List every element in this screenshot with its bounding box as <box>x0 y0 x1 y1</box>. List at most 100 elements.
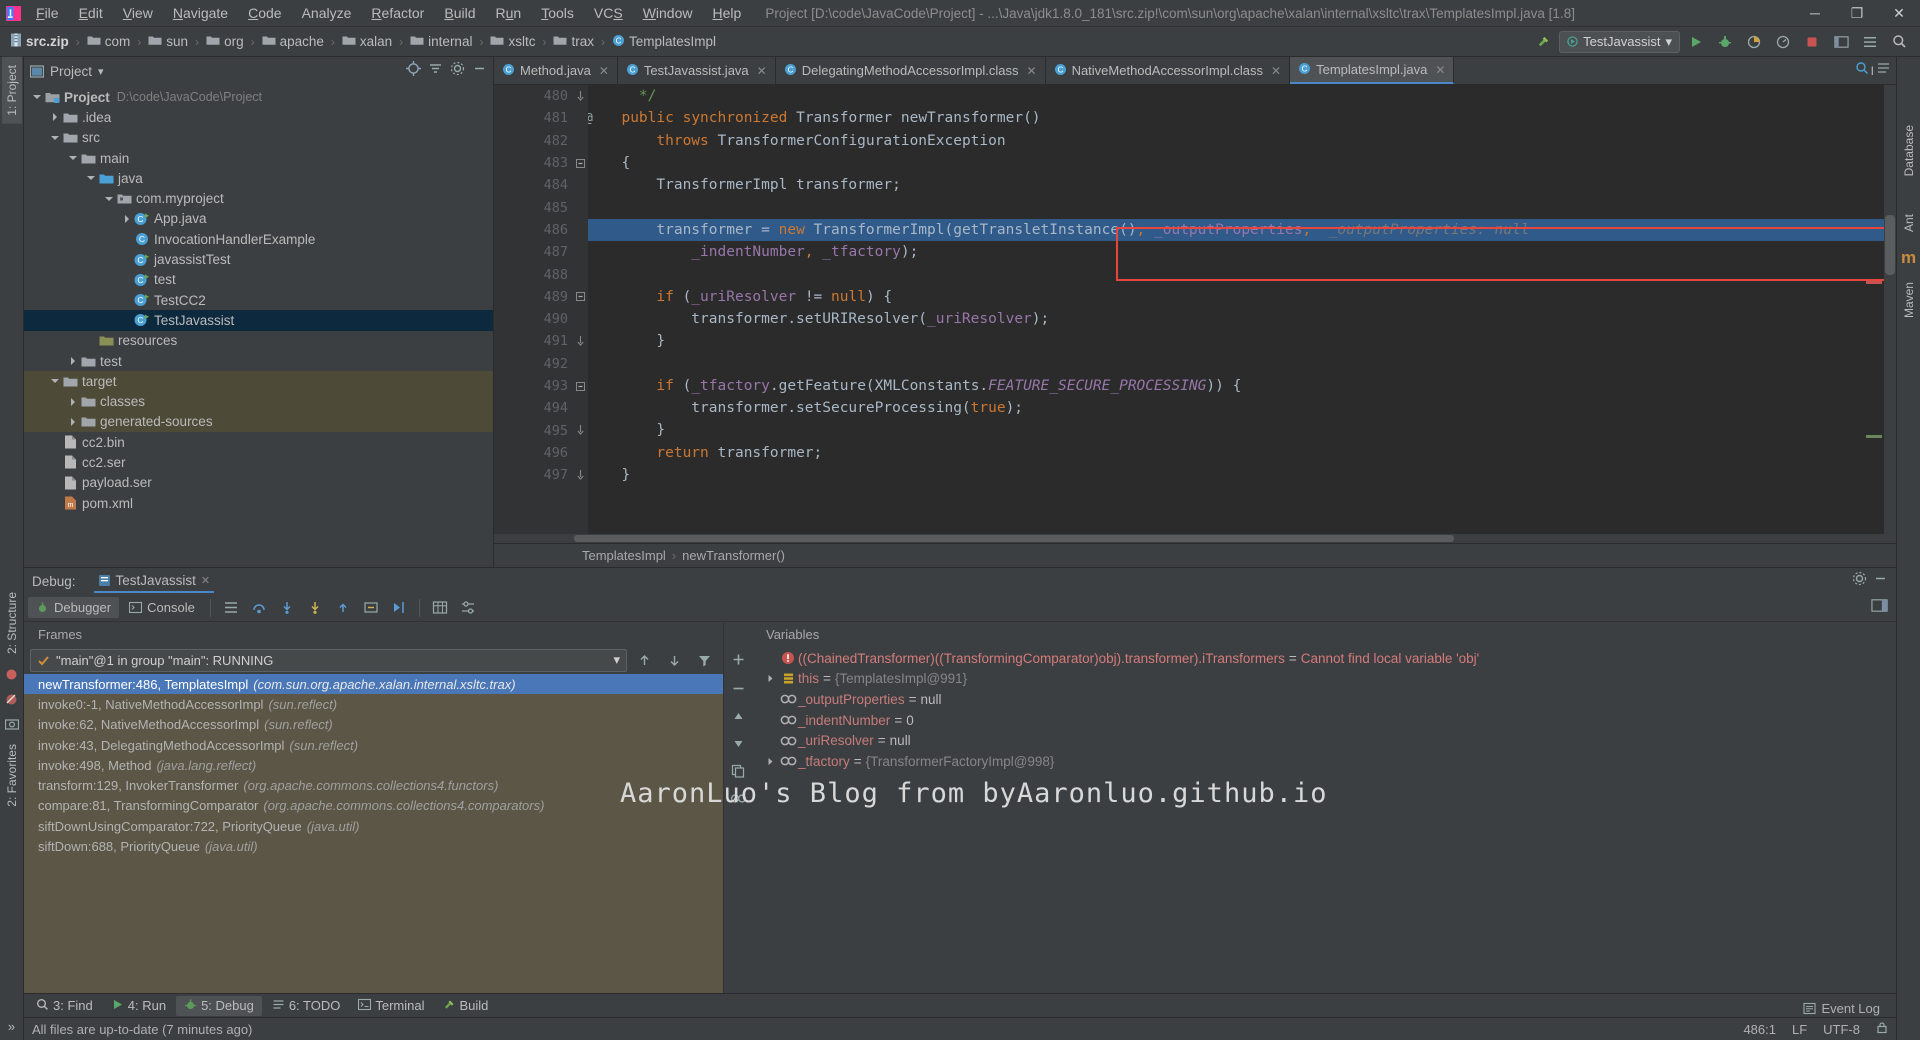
tree-node-test[interactable]: Ctest <box>24 270 493 290</box>
chevron-right-icon[interactable] <box>66 397 79 407</box>
fold-marker-489[interactable] <box>572 286 588 308</box>
code-line-485[interactable] <box>588 196 1896 218</box>
debug-button[interactable] <box>1712 30 1738 54</box>
close-icon[interactable]: ✕ <box>1435 63 1445 77</box>
breadcrumb-segment-src-zip[interactable]: src.zip <box>8 32 71 51</box>
menu-file[interactable]: File <box>26 2 69 24</box>
menu-run[interactable]: Run <box>485 2 531 24</box>
force-step-into-icon[interactable] <box>302 596 328 620</box>
tree-node-payload-ser[interactable]: payload.ser <box>24 473 493 493</box>
build-hammer-icon[interactable] <box>1530 30 1556 54</box>
line-number-488[interactable]: 488 <box>494 263 572 285</box>
line-number-492[interactable]: 492 <box>494 353 572 375</box>
variables-list[interactable]: ((ChainedTransformer)((TransformingCompa… <box>752 646 1896 993</box>
collapse-all-icon[interactable] <box>428 61 443 81</box>
tree-node-invocationhandlerexample[interactable]: CInvocationHandlerExample <box>24 229 493 249</box>
breadcrumb-class[interactable]: TemplatesImpl <box>582 548 666 563</box>
chevron-right-icon[interactable] <box>120 214 133 224</box>
locate-target-icon[interactable] <box>406 61 421 81</box>
stack-frame-row[interactable]: transform:129, InvokerTransformer(org.ap… <box>24 775 723 795</box>
breadcrumb-segment-trax[interactable]: trax <box>551 33 596 50</box>
fold-marker-491[interactable] <box>572 330 588 352</box>
editor-scrollbar-thumb[interactable] <box>1885 215 1895 275</box>
event-log-button[interactable]: Event Log <box>1803 1001 1880 1016</box>
scroll-up-icon[interactable] <box>732 710 745 728</box>
hide-panel-icon[interactable] <box>472 61 487 81</box>
editor-hscroll-thumb[interactable] <box>574 535 1454 542</box>
thread-selector[interactable]: "main"@1 in group "main": RUNNING ▾ <box>30 649 627 672</box>
debug-session-tab[interactable]: TestJavassist ✕ <box>94 570 215 593</box>
frame-up-icon[interactable] <box>631 648 657 672</box>
chevron-down-icon[interactable]: ▾ <box>613 652 620 668</box>
stack-frame-row[interactable]: invoke:43, DelegatingMethodAccessorImpl(… <box>24 735 723 755</box>
menu-build[interactable]: Build <box>434 2 485 24</box>
fold-gutter[interactable] <box>572 85 588 534</box>
settings-gear-icon[interactable] <box>1857 30 1883 54</box>
code-editor[interactable]: 480481@482483484485486487488489490491492… <box>494 85 1896 534</box>
restore-layout-icon[interactable] <box>1871 598 1896 618</box>
variable-row[interactable]: ((ChainedTransformer)((TransformingCompa… <box>752 648 1896 669</box>
chevron-right-icon[interactable] <box>66 417 79 427</box>
line-number-487[interactable]: 487 <box>494 241 572 263</box>
tool-window-build[interactable]: Build <box>435 996 497 1016</box>
line-number-482[interactable]: 482 <box>494 130 572 152</box>
variable-row[interactable]: this={TemplatesImpl@991} <box>752 669 1896 690</box>
fold-marker-483[interactable] <box>572 152 588 174</box>
tool-window-6--todo[interactable]: 6: TODO <box>264 996 349 1016</box>
show-execution-point-icon[interactable] <box>218 596 244 620</box>
stack-frame-row[interactable]: compare:81, TransformingComparator(org.a… <box>24 796 723 816</box>
editor-tab-testjavassist-java[interactable]: CTestJavassist.java✕ <box>618 57 776 84</box>
menu-vcs[interactable]: VCS <box>584 2 633 24</box>
line-number-483[interactable]: 483 <box>494 152 572 174</box>
tree-node-src[interactable]: src <box>24 128 493 148</box>
code-line-487[interactable]: _indentNumber, _tfactory); <box>588 241 1896 263</box>
tree-node-javassisttest[interactable]: CjavassistTest <box>24 249 493 269</box>
camera-icon[interactable] <box>5 718 19 730</box>
close-icon[interactable]: ✕ <box>201 574 210 587</box>
variable-row[interactable]: _indentNumber=0 <box>752 710 1896 731</box>
breadcrumb-segment-xsltc[interactable]: xsltc <box>488 33 537 50</box>
sidebar-tab-ant[interactable]: Ant <box>1899 206 1919 240</box>
tree-node-classes[interactable]: classes <box>24 391 493 411</box>
line-number-481[interactable]: 481@ <box>494 107 572 129</box>
profiler-button[interactable] <box>1770 30 1796 54</box>
tree-node-test[interactable]: test <box>24 351 493 371</box>
stack-frame-row[interactable]: siftDownUsingComparator:722, PriorityQue… <box>24 816 723 836</box>
chevron-down-icon[interactable] <box>30 92 43 102</box>
stack-frame-row[interactable]: invoke:62, NativeMethodAccessorImpl(sun.… <box>24 715 723 735</box>
stop-button[interactable] <box>1799 30 1825 54</box>
settings-sliders-icon[interactable] <box>455 596 481 620</box>
menu-edit[interactable]: Edit <box>69 2 113 24</box>
line-separator[interactable]: LF <box>1792 1022 1807 1037</box>
tool-window-terminal[interactable]: Terminal <box>350 996 432 1016</box>
chevron-right-icon[interactable] <box>66 356 79 366</box>
menu-analyze[interactable]: Analyze <box>292 2 362 24</box>
frame-down-icon[interactable] <box>661 648 687 672</box>
editor-tab-templatesimpl-java[interactable]: CTemplatesImpl.java✕ <box>1290 57 1454 84</box>
code-line-481[interactable]: public synchronized Transformer newTrans… <box>588 107 1896 129</box>
tree-node-app-java[interactable]: CApp.java <box>24 209 493 229</box>
layout-button[interactable] <box>1828 30 1854 54</box>
menu-refactor[interactable]: Refactor <box>361 2 434 24</box>
line-number-490[interactable]: 490 <box>494 308 572 330</box>
code-line-497[interactable]: } <box>588 464 1896 486</box>
tree-node-main[interactable]: main <box>24 148 493 168</box>
chevron-right-icon[interactable] <box>48 112 61 122</box>
breadcrumb-segment-apache[interactable]: apache <box>260 33 326 50</box>
close-icon[interactable]: ✕ <box>1271 64 1281 78</box>
tree-node-cc2-bin[interactable]: cc2.bin <box>24 432 493 452</box>
editor-tab-nativemethodaccessorimpl-class[interactable]: CNativeMethodAccessorImpl.class✕ <box>1046 57 1291 84</box>
tree-node-testcc2[interactable]: CTestCC2 <box>24 290 493 310</box>
line-number-gutter[interactable]: 480481@482483484485486487488489490491492… <box>494 85 572 534</box>
tab-search-icon[interactable] <box>1855 61 1869 80</box>
error-stripe-marker[interactable] <box>1866 281 1882 284</box>
code-line-484[interactable]: TransformerImpl transformer; <box>588 174 1896 196</box>
line-number-496[interactable]: 496 <box>494 442 572 464</box>
code-line-486[interactable]: transformer = new TransformerImpl(getTra… <box>588 219 1896 241</box>
code-line-488[interactable] <box>588 263 1896 285</box>
stack-frame-row[interactable]: invoke:498, Method(java.lang.reflect) <box>24 755 723 775</box>
tab-overflow-label[interactable]: I <box>1871 64 1874 78</box>
more-tabs-icon[interactable]: » <box>8 1019 15 1034</box>
sidebar-tab-project[interactable]: 1: Project <box>2 57 22 124</box>
close-button[interactable]: ✕ <box>1878 0 1920 27</box>
